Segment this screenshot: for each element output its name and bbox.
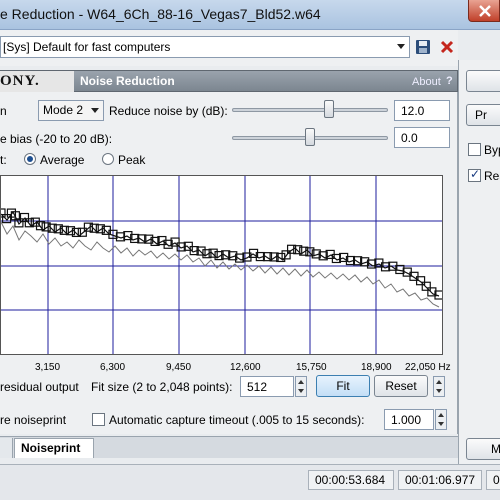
chevron-down-icon (91, 108, 99, 113)
timeout-input[interactable]: 1.000 (384, 409, 434, 430)
reduce-noise-label: Reduce noise by (dB): (109, 104, 228, 118)
close-icon (479, 5, 491, 17)
tab-partial[interactable] (0, 438, 13, 458)
fit-button[interactable]: Fit (316, 375, 370, 397)
chevron-down-icon (397, 44, 405, 49)
average-radio[interactable] (24, 153, 36, 165)
title-bar: e Reduction - W64_6Ch_88-16_Vegas7_Bld52… (0, 0, 500, 30)
reset-button[interactable]: Reset (374, 375, 428, 397)
preview-button[interactable]: Pr (466, 104, 500, 126)
delete-icon[interactable] (438, 38, 456, 56)
noise-spectrum-plot[interactable] (0, 176, 444, 354)
residual-output-label[interactable]: residual output (0, 380, 79, 394)
peak-label: Peak (118, 153, 146, 167)
preset-dropdown[interactable]: [Sys] Default for fast computers (0, 36, 410, 58)
x-tick-label: 12,600 (230, 362, 261, 373)
timeout-spinner[interactable] (435, 409, 447, 430)
x-tick-label: 9,450 (166, 362, 192, 373)
x-tick-label: 6,300 (100, 362, 126, 373)
window-title: e Reduction - W64_6Ch_88-16_Vegas7_Bld52… (0, 6, 321, 22)
help-icon[interactable]: ? (446, 75, 453, 87)
mode-value: Mode 2 (43, 103, 84, 117)
window-close-button[interactable] (468, 0, 500, 22)
preset-value: [Sys] Default for fast computers (3, 40, 171, 54)
tab-noiseprint[interactable]: Noiseprint (14, 438, 94, 458)
save-icon[interactable] (414, 38, 432, 56)
peak-radio[interactable] (102, 153, 114, 165)
x-tick-label: 22,050 Hz (405, 362, 451, 373)
realtime-label: Rea (484, 169, 500, 183)
fit-point[interactable] (421, 281, 431, 291)
sony-logo: ONY. (0, 71, 74, 92)
status-time-end: 00:0 (486, 470, 500, 490)
fit-size-label: Fit size (2 to 2,048 points): (91, 380, 233, 394)
plugin-name: Noise Reduction (80, 74, 175, 88)
capture-noiseprint-label[interactable]: re noiseprint (0, 413, 66, 427)
top-right-button[interactable] (466, 70, 500, 92)
auto-capture-label: Automatic capture timeout (.005 to 15 se… (109, 413, 365, 427)
noise-graph[interactable] (0, 175, 444, 355)
reduce-noise-slider[interactable] (232, 108, 388, 112)
reduce-noise-slider-thumb[interactable] (323, 100, 334, 118)
average-label: Average (40, 153, 85, 167)
fit-size-input[interactable]: 512 (240, 376, 294, 397)
noise-bias-label: e bias (-20 to 20 dB): (0, 132, 113, 146)
noise-bias-input[interactable]: 0.0 (394, 127, 450, 148)
status-time-selection: 00:00:53.684 (308, 470, 394, 490)
realtime-checkbox[interactable] (468, 167, 481, 182)
about-link[interactable]: About (412, 76, 441, 88)
more-button[interactable]: M (466, 438, 500, 460)
bypass-label: Byp (484, 143, 500, 157)
x-tick-label: 18,900 (361, 362, 392, 373)
display-label: t: (0, 153, 7, 167)
auto-capture-checkbox[interactable] (92, 413, 105, 426)
bypass-checkbox[interactable] (468, 143, 481, 156)
noise-bias-slider-thumb[interactable] (305, 128, 315, 146)
mode-label: n (0, 104, 7, 118)
status-time-length: 00:01:06.977 (398, 470, 482, 490)
graph-spinner[interactable] (433, 376, 445, 397)
mode-dropdown[interactable]: Mode 2 (38, 100, 104, 121)
fit-size-spinner[interactable] (295, 376, 307, 397)
x-tick-label: 15,750 (296, 362, 327, 373)
x-tick-label: 3,150 (35, 362, 61, 373)
reduce-noise-input[interactable]: 12.0 (394, 100, 450, 121)
